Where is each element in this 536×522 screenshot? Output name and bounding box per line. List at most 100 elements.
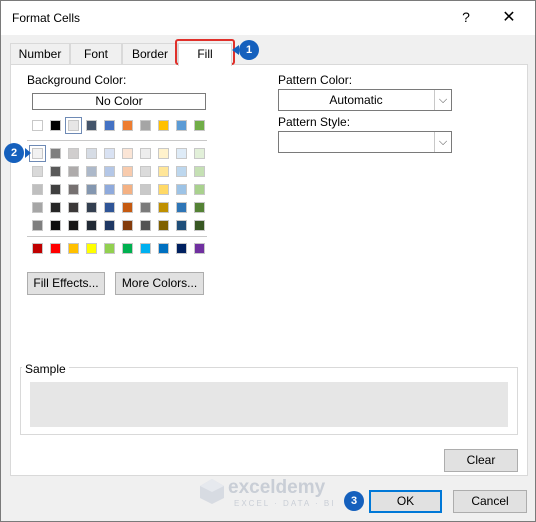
- theme-shade-swatch[interactable]: [68, 148, 79, 159]
- pattern-style-select[interactable]: ⌵: [278, 131, 452, 153]
- theme-shade-swatch[interactable]: [176, 166, 187, 177]
- standard-color-swatch[interactable]: [158, 243, 169, 254]
- theme-shade-swatch[interactable]: [122, 148, 133, 159]
- theme-shade-swatch[interactable]: [140, 220, 151, 231]
- theme-shade-swatch[interactable]: [32, 202, 43, 213]
- theme-shade-swatch[interactable]: [158, 220, 169, 231]
- exceldemy-logo-icon: [200, 479, 224, 504]
- theme-color-swatch[interactable]: [158, 120, 169, 131]
- theme-shade-swatch[interactable]: [176, 220, 187, 231]
- theme-shade-swatch[interactable]: [50, 220, 61, 231]
- callout-badge-2: 2: [4, 143, 24, 163]
- pattern-style-label: Pattern Style:: [278, 115, 351, 129]
- standard-color-swatch[interactable]: [122, 243, 133, 254]
- theme-shade-swatch[interactable]: [68, 166, 79, 177]
- theme-shade-swatch[interactable]: [86, 148, 97, 159]
- theme-shade-swatch[interactable]: [50, 202, 61, 213]
- more-colors-button[interactable]: More Colors...: [115, 272, 204, 295]
- theme-shade-swatch[interactable]: [68, 202, 79, 213]
- theme-shade-swatch[interactable]: [194, 184, 205, 195]
- theme-shade-swatch[interactable]: [32, 220, 43, 231]
- tab-font[interactable]: Font: [70, 43, 122, 65]
- theme-color-swatch[interactable]: [65, 117, 82, 134]
- background-color-label: Background Color:: [27, 73, 127, 87]
- theme-color-swatch[interactable]: [86, 120, 97, 131]
- close-icon[interactable]: ✕: [501, 7, 517, 27]
- theme-shade-swatch[interactable]: [86, 202, 97, 213]
- theme-shade-swatch[interactable]: [140, 184, 151, 195]
- theme-shade-swatch[interactable]: [86, 220, 97, 231]
- theme-shade-swatch[interactable]: [176, 184, 187, 195]
- theme-shade-swatch[interactable]: [122, 184, 133, 195]
- title-bar: Format Cells ? ✕: [1, 1, 535, 35]
- theme-shade-swatch[interactable]: [104, 202, 115, 213]
- theme-color-swatch[interactable]: [176, 120, 187, 131]
- theme-color-swatch[interactable]: [122, 120, 133, 131]
- theme-shade-swatch[interactable]: [104, 220, 115, 231]
- theme-shade-swatch[interactable]: [104, 184, 115, 195]
- chevron-down-icon[interactable]: ⌵: [434, 90, 451, 110]
- theme-shade-swatch[interactable]: [194, 220, 205, 231]
- standard-color-swatch[interactable]: [140, 243, 151, 254]
- theme-color-swatch[interactable]: [140, 120, 151, 131]
- theme-color-swatch[interactable]: [50, 120, 61, 131]
- theme-shade-swatch[interactable]: [104, 166, 115, 177]
- standard-color-swatch[interactable]: [194, 243, 205, 254]
- watermark-tagline: EXCEL · DATA · BI: [234, 499, 336, 508]
- theme-color-swatch[interactable]: [32, 120, 43, 131]
- clear-button[interactable]: Clear: [444, 449, 518, 472]
- theme-shade-swatch[interactable]: [158, 202, 169, 213]
- theme-shade-swatch[interactable]: [104, 148, 115, 159]
- standard-color-swatch[interactable]: [176, 243, 187, 254]
- help-icon[interactable]: ?: [459, 9, 473, 25]
- theme-shade-swatch[interactable]: [140, 166, 151, 177]
- theme-shade-swatch[interactable]: [158, 166, 169, 177]
- callout-arrow: [25, 148, 31, 158]
- ok-button[interactable]: OK: [369, 490, 442, 513]
- watermark-name: exceldemy: [228, 477, 326, 498]
- tab-border[interactable]: Border: [122, 43, 178, 65]
- theme-shade-swatch[interactable]: [122, 166, 133, 177]
- theme-shade-swatch[interactable]: [32, 184, 43, 195]
- tab-fill[interactable]: Fill: [178, 43, 232, 66]
- sample-label: Sample: [22, 362, 69, 376]
- theme-shade-swatch[interactable]: [176, 202, 187, 213]
- theme-shade-swatch[interactable]: [86, 166, 97, 177]
- theme-shade-swatch[interactable]: [140, 148, 151, 159]
- cancel-button[interactable]: Cancel: [453, 490, 527, 513]
- callout-badge-1: 1: [239, 40, 259, 60]
- theme-shade-swatch[interactable]: [158, 184, 169, 195]
- standard-color-swatch[interactable]: [50, 243, 61, 254]
- pattern-color-select[interactable]: Automatic ⌵: [278, 89, 452, 111]
- pattern-color-label: Pattern Color:: [278, 73, 353, 87]
- theme-shade-swatch[interactable]: [32, 166, 43, 177]
- standard-color-swatch[interactable]: [86, 243, 97, 254]
- theme-color-swatch[interactable]: [104, 120, 115, 131]
- theme-shade-swatch[interactable]: [50, 148, 61, 159]
- format-cells-dialog: Format Cells ? ✕ Number Font Border Fill…: [0, 0, 536, 522]
- theme-shade-swatch[interactable]: [194, 166, 205, 177]
- theme-shade-swatch[interactable]: [158, 148, 169, 159]
- standard-color-swatch[interactable]: [32, 243, 43, 254]
- theme-shade-swatch[interactable]: [29, 145, 46, 162]
- theme-shade-swatch[interactable]: [194, 148, 205, 159]
- theme-shade-swatch[interactable]: [50, 166, 61, 177]
- standard-color-swatch[interactable]: [104, 243, 115, 254]
- theme-shade-swatch[interactable]: [122, 202, 133, 213]
- theme-shade-swatch[interactable]: [140, 202, 151, 213]
- no-color-button[interactable]: No Color: [32, 93, 206, 110]
- theme-shade-swatch[interactable]: [194, 202, 205, 213]
- palette-divider: [27, 236, 207, 237]
- theme-shade-swatch[interactable]: [86, 184, 97, 195]
- chevron-down-icon[interactable]: ⌵: [434, 132, 451, 152]
- theme-shade-swatch[interactable]: [50, 184, 61, 195]
- theme-shade-swatch[interactable]: [68, 220, 79, 231]
- theme-shade-swatch[interactable]: [68, 184, 79, 195]
- palette-divider: [27, 140, 207, 141]
- tab-number[interactable]: Number: [10, 43, 70, 65]
- standard-color-swatch[interactable]: [68, 243, 79, 254]
- theme-shade-swatch[interactable]: [122, 220, 133, 231]
- theme-color-swatch[interactable]: [194, 120, 205, 131]
- fill-effects-button[interactable]: Fill Effects...: [27, 272, 105, 295]
- theme-shade-swatch[interactable]: [176, 148, 187, 159]
